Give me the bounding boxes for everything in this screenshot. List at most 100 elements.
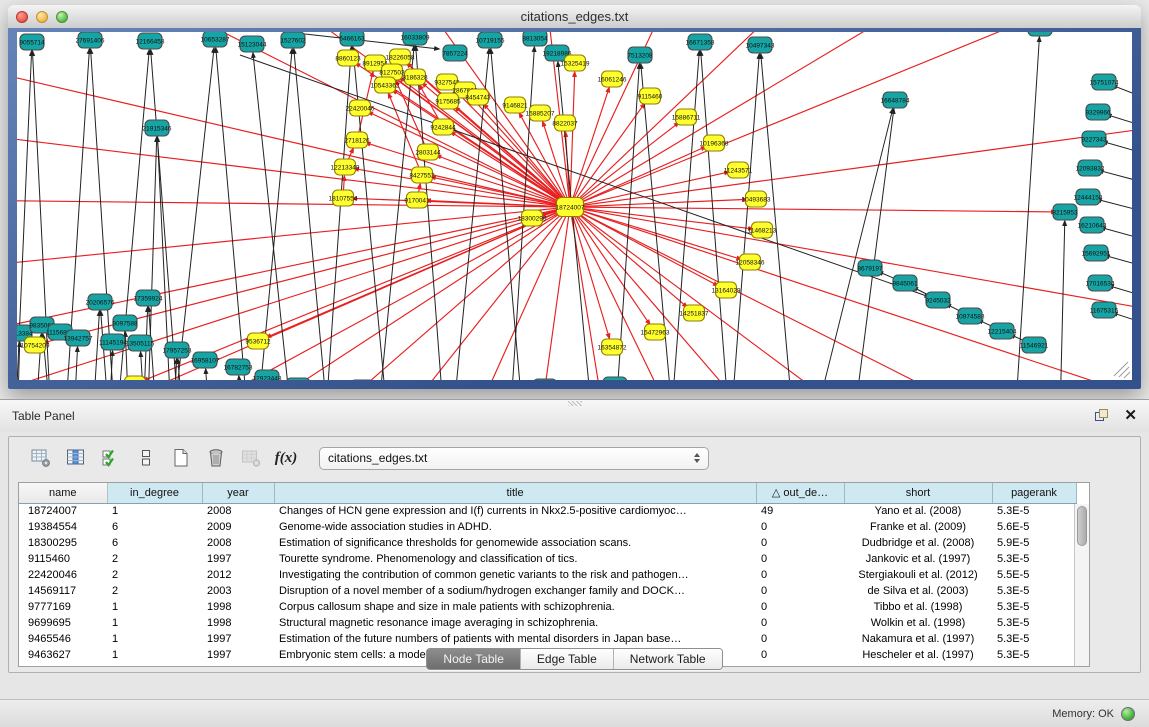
graph-node[interactable]: 8186328 — [402, 69, 428, 85]
graph-node[interactable]: 10493683 — [742, 191, 771, 207]
table-row[interactable]: 1830029562008Estimation of significance … — [19, 535, 1076, 551]
graph-node[interactable]: 18226058 — [386, 49, 415, 65]
graph-node[interactable]: 17359924 — [134, 290, 163, 306]
graph-edge[interactable] — [366, 143, 570, 207]
graph-edge[interactable] — [88, 311, 99, 380]
graph-node[interactable]: 8215953 — [1052, 204, 1078, 220]
graph-node[interactable]: 16671358 — [686, 34, 715, 50]
graph-node[interactable]: 10497343 — [746, 37, 775, 53]
graph-node[interactable]: 11985324 — [1026, 32, 1055, 36]
graph-node[interactable]: 9055714 — [19, 34, 45, 50]
function-builder-icon[interactable]: f(x) — [274, 446, 298, 470]
scrollbar-thumb[interactable] — [1077, 506, 1087, 546]
graph-edge[interactable] — [370, 46, 414, 380]
resize-grip-icon[interactable] — [1114, 362, 1130, 378]
graph-node[interactable]: 15123044 — [238, 36, 267, 52]
graph-node[interactable]: 12093832 — [1076, 160, 1105, 176]
graph-node[interactable]: 1527602 — [280, 32, 306, 48]
graph-edge[interactable] — [845, 109, 894, 380]
graph-node[interactable]: 8454743 — [465, 89, 491, 105]
graph-node[interactable]: 9245032 — [925, 292, 951, 308]
graph-edge[interactable] — [240, 55, 930, 297]
network-window-titlebar[interactable]: citations_edges.txt — [8, 5, 1141, 29]
graph-edge[interactable] — [570, 207, 1056, 212]
graph-edge[interactable] — [725, 54, 759, 380]
vertical-scrollbar[interactable] — [1074, 504, 1089, 666]
graph-node[interactable]: 13942757 — [64, 330, 93, 346]
graph-edge[interactable] — [216, 48, 255, 380]
graph-node[interactable]: 11675315 — [1090, 302, 1119, 318]
column-header-in_degree[interactable]: in_degree — [107, 483, 202, 503]
graph-node[interactable]: 20206576 — [86, 294, 115, 310]
graph-node[interactable]: 10974583 — [956, 308, 985, 324]
graph-edge[interactable] — [570, 32, 850, 207]
graph-edge[interactable] — [1107, 115, 1132, 128]
graph-edge[interactable] — [151, 50, 185, 380]
table-row[interactable]: 2242004622012Investigating the contribut… — [19, 567, 1076, 583]
graph-edge[interactable] — [206, 369, 215, 380]
graph-node[interactable]: 15751074 — [1090, 74, 1119, 90]
graph-edge[interactable] — [1101, 227, 1132, 241]
graph-edge[interactable] — [570, 207, 1132, 320]
minimize-window-button[interactable] — [36, 11, 48, 23]
zoom-window-button[interactable] — [56, 11, 68, 23]
table-row[interactable]: 946554611997Estimation of the future num… — [19, 631, 1076, 647]
graph-node[interactable]: 15692951 — [1082, 245, 1111, 261]
table-row[interactable]: 977716911998Corpus callosum shape and si… — [19, 599, 1076, 615]
graph-node[interactable]: 8822037 — [552, 115, 578, 131]
graph-node[interactable]: 12058346 — [736, 254, 765, 270]
graph-edge[interactable] — [70, 347, 78, 380]
graph-edge[interactable] — [800, 109, 893, 380]
row-options-icon[interactable] — [134, 446, 158, 470]
graph-node[interactable]: 9536712 — [245, 333, 271, 349]
graph-node[interactable]: 15886711 — [672, 109, 701, 125]
graph-node[interactable]: 13505115 — [126, 335, 155, 351]
graph-node[interactable]: 6466163 — [339, 32, 365, 46]
graph-node[interactable]: 12923448 — [253, 370, 282, 380]
table-row[interactable]: 969969511998Structural magnetic resonanc… — [19, 615, 1076, 631]
graph-edge[interactable] — [570, 207, 609, 338]
table-row[interactable]: 1938455462009Genome-wide association stu… — [19, 519, 1076, 535]
graph-node[interactable]: 10719155 — [476, 32, 505, 48]
graph-node[interactable]: 9845061 — [892, 275, 918, 291]
graph-node[interactable]: 10196368 — [700, 135, 729, 151]
graph-node[interactable]: 9227343 — [1081, 131, 1107, 147]
graph-node[interactable]: 16061246 — [598, 71, 627, 87]
network-graph[interactable]: 9055714276914061216645810653287151230441… — [17, 32, 1132, 380]
graph-node[interactable]: 16958107 — [191, 352, 220, 368]
create-column-icon[interactable] — [169, 446, 193, 470]
table-select[interactable]: citations_edges.txt — [319, 447, 709, 470]
show-columns-icon[interactable] — [64, 446, 88, 470]
graph-edge[interactable] — [451, 132, 570, 207]
graph-node[interactable]: 22420046 — [346, 100, 375, 116]
graph-node[interactable]: 16354872 — [598, 339, 627, 355]
graph-node[interactable]: 7513208 — [627, 47, 653, 63]
graph-node[interactable]: 9242844 — [430, 119, 456, 135]
graph-node[interactable]: 8813054 — [522, 32, 548, 46]
graph-node[interactable]: 12215404 — [988, 323, 1017, 339]
graph-node[interactable]: 9175685 — [435, 93, 461, 109]
graph-node[interactable]: 9170041 — [404, 192, 430, 208]
tab-node-table[interactable]: Node Table — [427, 649, 521, 669]
memory-status-led[interactable] — [1121, 707, 1135, 721]
tab-network-table[interactable]: Network Table — [614, 649, 722, 669]
graph-node[interactable]: 27691406 — [76, 32, 105, 48]
table-row[interactable]: 1456911722003Disruption of a novel membe… — [19, 583, 1076, 599]
graph-node[interactable]: 9329966 — [1085, 104, 1111, 120]
graph-node[interactable]: 9465546 — [532, 379, 558, 380]
graph-node[interactable]: 10754209 — [21, 337, 50, 353]
splitter-grip[interactable] — [568, 401, 582, 406]
graph-node[interactable]: 13164029 — [712, 282, 741, 298]
graph-edge[interactable] — [570, 207, 1030, 380]
graph-node[interactable]: 11145194 — [99, 334, 127, 350]
graph-node[interactable]: 18724007 — [556, 198, 585, 217]
graph-node[interactable]: 2718126 — [344, 132, 370, 148]
graph-node[interactable]: 9146821 — [502, 97, 528, 113]
graph-node[interactable]: 17957253 — [163, 342, 192, 358]
delete-column-icon[interactable] — [204, 446, 228, 470]
graph-node[interactable]: 11243571 — [724, 162, 753, 178]
graph-node[interactable]: 11468213 — [748, 222, 777, 238]
close-panel-icon[interactable]: ✕ — [1124, 409, 1137, 423]
graph-edge[interactable] — [1058, 221, 1065, 380]
graph-node[interactable]: 11546921 — [1020, 337, 1049, 353]
